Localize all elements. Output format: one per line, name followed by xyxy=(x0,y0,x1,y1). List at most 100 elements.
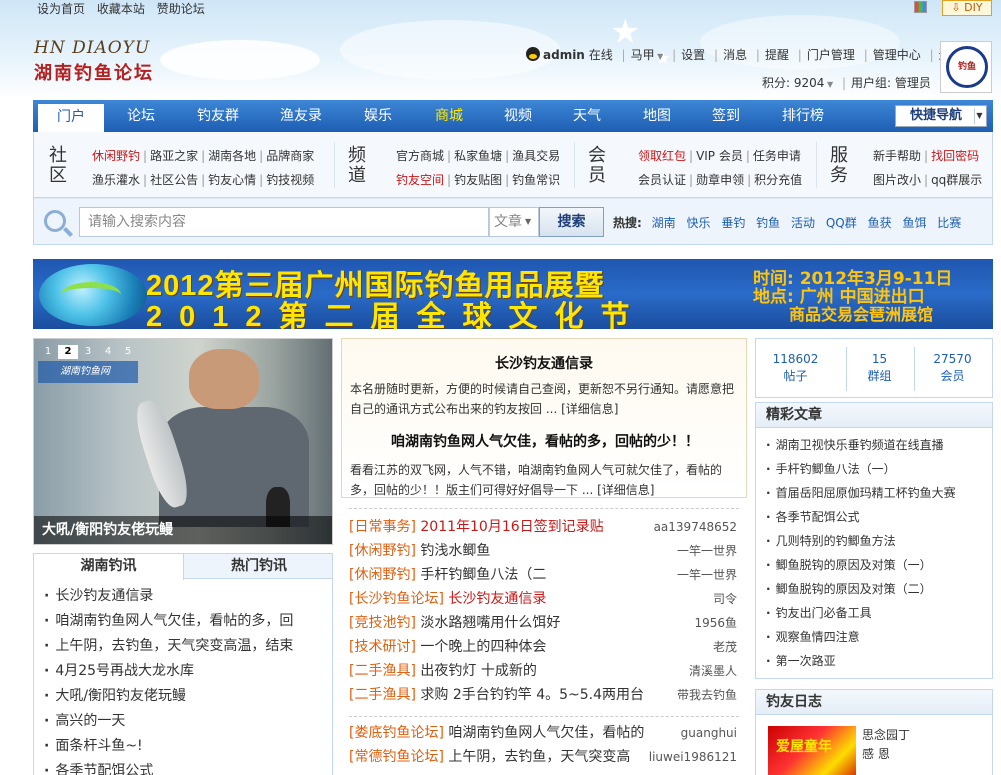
slide-page-button[interactable]: 2 xyxy=(58,345,78,359)
hot-keyword[interactable]: 快乐 xyxy=(686,216,710,230)
thread-category[interactable]: [休闲野钓] xyxy=(349,567,416,583)
sublink[interactable]: 钓鱼常识 xyxy=(512,173,560,187)
list-item[interactable]: 几则特别的钓鲫鱼方法 xyxy=(766,529,992,553)
portal-admin-link[interactable]: 门户管理 xyxy=(807,48,855,62)
avatar[interactable]: 钓鱼 xyxy=(940,41,992,93)
nav-item-directory[interactable]: 渔友录 xyxy=(266,100,336,132)
sublink[interactable]: 渔乐灌水 xyxy=(92,173,140,187)
list-item[interactable]: 第一次路亚 xyxy=(766,649,992,673)
sublink[interactable]: 渔具交易 xyxy=(512,149,560,163)
admin-center-link[interactable]: 管理中心 xyxy=(873,48,921,62)
list-item[interactable]: 大吼/衡阳钓友佬玩鳗 xyxy=(44,684,324,709)
list-item[interactable]: 钓友出门必备工具 xyxy=(766,601,992,625)
thread-category[interactable]: [二手渔具] xyxy=(349,663,416,679)
thread-author[interactable]: guanghui xyxy=(681,721,737,745)
thread-category[interactable]: [娄底钓鱼论坛] xyxy=(349,725,444,741)
nav-item-video[interactable]: 视频 xyxy=(485,100,551,132)
slide-caption[interactable]: 大吼/衡阳钓友佬玩鳗 xyxy=(34,516,332,544)
thread-category[interactable]: [技术研讨] xyxy=(349,639,416,655)
bookmark-link[interactable]: 收藏本站 xyxy=(97,2,145,16)
nav-item-mall[interactable]: 商城 xyxy=(416,100,482,132)
set-home-link[interactable]: 设为首页 xyxy=(37,2,85,16)
stat-posts[interactable]: 118602 帖子 xyxy=(756,351,835,385)
quick-nav-dropdown[interactable]: 快捷导航 ▼ xyxy=(895,105,987,127)
list-item[interactable]: 观察鱼情四注意 xyxy=(766,625,992,649)
list-item[interactable]: 面条杆斗鱼~! xyxy=(44,734,324,759)
stat-groups[interactable]: 15 群组 xyxy=(840,351,919,385)
username-link[interactable]: admin xyxy=(543,48,585,62)
points-link[interactable]: 积分: 9204 xyxy=(762,76,824,90)
image-slideshow[interactable]: 湖南钓鱼网 1 2 3 4 5 大吼/衡阳钓友佬玩鳗 xyxy=(33,338,333,545)
thread-category[interactable]: [休闲野钓] xyxy=(349,543,416,559)
thread-author[interactable]: 老茂 xyxy=(713,635,737,659)
sublink[interactable]: 积分充值 xyxy=(754,173,802,187)
thread-title[interactable]: 求购 2手台钓钓竿 4。5~5.4两用台 xyxy=(420,687,644,703)
search-button[interactable]: 搜索 xyxy=(539,207,604,237)
list-item[interactable]: 上午阴，去钓鱼，天气突变高温，结束 xyxy=(44,634,324,659)
thread-category[interactable]: [二手渔具] xyxy=(349,687,416,703)
hot-keyword[interactable]: QQ群 xyxy=(826,216,857,230)
settings-link[interactable]: 设置 xyxy=(681,48,705,62)
alias-link[interactable]: 马甲 xyxy=(631,48,655,62)
sublink[interactable]: 社区公告 xyxy=(150,173,198,187)
messages-link[interactable]: 消息 xyxy=(723,48,747,62)
list-item[interactable]: 鲫鱼脱钩的原因及对策（一） xyxy=(766,553,992,577)
sublink[interactable]: 钓友空间 xyxy=(396,173,444,187)
sublink[interactable]: 私家鱼塘 xyxy=(454,149,502,163)
sublink[interactable]: 找回密码 xyxy=(931,149,979,163)
thread-category[interactable]: [长沙钓鱼论坛] xyxy=(349,591,444,607)
slide-page-button[interactable]: 1 xyxy=(38,345,58,359)
thread-title[interactable]: 上午阴，去钓鱼，天气突变高 xyxy=(448,749,630,765)
tab-hunan-news[interactable]: 湖南钓讯 xyxy=(34,554,184,580)
featured-title[interactable]: 长沙钓友通信录 xyxy=(342,353,746,373)
nav-item-map[interactable]: 地图 xyxy=(624,100,690,132)
search-input[interactable]: 请输入搜索内容 xyxy=(79,207,489,237)
nav-item-weather[interactable]: 天气 xyxy=(554,100,620,132)
nav-item-ranking[interactable]: 排行榜 xyxy=(768,100,838,132)
sublink[interactable]: 钓友贴图 xyxy=(454,173,502,187)
list-item[interactable]: 首届岳阳屈原伽玛精工杯钓鱼大赛 xyxy=(766,481,992,505)
thread-category[interactable]: [常德钓鱼论坛] xyxy=(349,749,444,765)
featured-title[interactable]: 咱湖南钓鱼网人气欠佳，看帖的多，回帖的少！！ xyxy=(342,431,748,451)
user-group-link[interactable]: 用户组: 管理员 xyxy=(851,76,931,90)
thread-author[interactable]: 1956鱼 xyxy=(694,611,737,635)
thread-author[interactable]: 一竿一世界 xyxy=(677,563,737,587)
thread-author[interactable]: 司令 xyxy=(713,587,737,611)
thread-title[interactable]: 一个晚上的四种体会 xyxy=(420,639,546,655)
tab-hot-news[interactable]: 热门钓讯 xyxy=(184,554,334,579)
hot-keyword[interactable]: 鱼获 xyxy=(868,216,892,230)
list-item[interactable]: 长沙钓友通信录 xyxy=(44,584,324,609)
palette-icon[interactable] xyxy=(914,1,927,13)
online-status[interactable]: 在线 xyxy=(589,48,613,62)
sublink[interactable]: 钓技视频 xyxy=(266,173,314,187)
hot-keyword[interactable]: 比赛 xyxy=(937,216,961,230)
nav-item-portal[interactable]: 门户 xyxy=(38,104,104,132)
thread-title[interactable]: 出夜钓灯 十成新的 xyxy=(420,663,536,679)
site-logo[interactable]: HN DIAOYU 湖南钓鱼论坛 xyxy=(34,38,154,85)
hot-keyword[interactable]: 钓鱼 xyxy=(756,216,780,230)
list-item[interactable]: 各季节配饵公式 xyxy=(766,505,992,529)
thread-title[interactable]: 2011年10月16日签到记录贴 xyxy=(420,519,603,535)
hot-keyword[interactable]: 活动 xyxy=(791,216,815,230)
slide-page-button[interactable]: 3 xyxy=(78,345,98,359)
sublink[interactable]: 会员认证 xyxy=(638,173,686,187)
sublink[interactable]: 路亚之家 xyxy=(150,149,198,163)
sublink[interactable]: 任务申请 xyxy=(753,149,801,163)
diary-link[interactable]: 思念园丁 xyxy=(862,726,910,745)
sublink[interactable]: 图片改小 xyxy=(873,173,921,187)
list-item[interactable]: 鲫鱼脱钩的原因及对策（二） xyxy=(766,577,992,601)
slide-page-button[interactable]: 4 xyxy=(98,345,118,359)
thread-title[interactable]: 淡水路翘嘴用什么饵好 xyxy=(420,615,560,631)
sublink[interactable]: 官方商城 xyxy=(396,149,444,163)
search-type-select[interactable]: 文章 ▼ xyxy=(489,207,539,237)
nav-item-checkin[interactable]: 签到 xyxy=(693,100,759,132)
list-item[interactable]: 手杆钓鲫鱼八法（一） xyxy=(766,457,992,481)
sublink[interactable]: VIP 会员 xyxy=(696,149,743,163)
thread-title[interactable]: 长沙钓友通信录 xyxy=(448,591,546,607)
list-item[interactable]: 4月25号再战大龙水库 xyxy=(44,659,324,684)
nav-item-entertainment[interactable]: 娱乐 xyxy=(345,100,411,132)
sublink[interactable]: 新手帮助 xyxy=(873,149,921,163)
thread-title[interactable]: 咱湖南钓鱼网人气欠佳，看帖的 xyxy=(448,725,644,741)
sublink[interactable]: 品牌商家 xyxy=(266,149,314,163)
nav-item-groups[interactable]: 钓友群 xyxy=(183,100,253,132)
